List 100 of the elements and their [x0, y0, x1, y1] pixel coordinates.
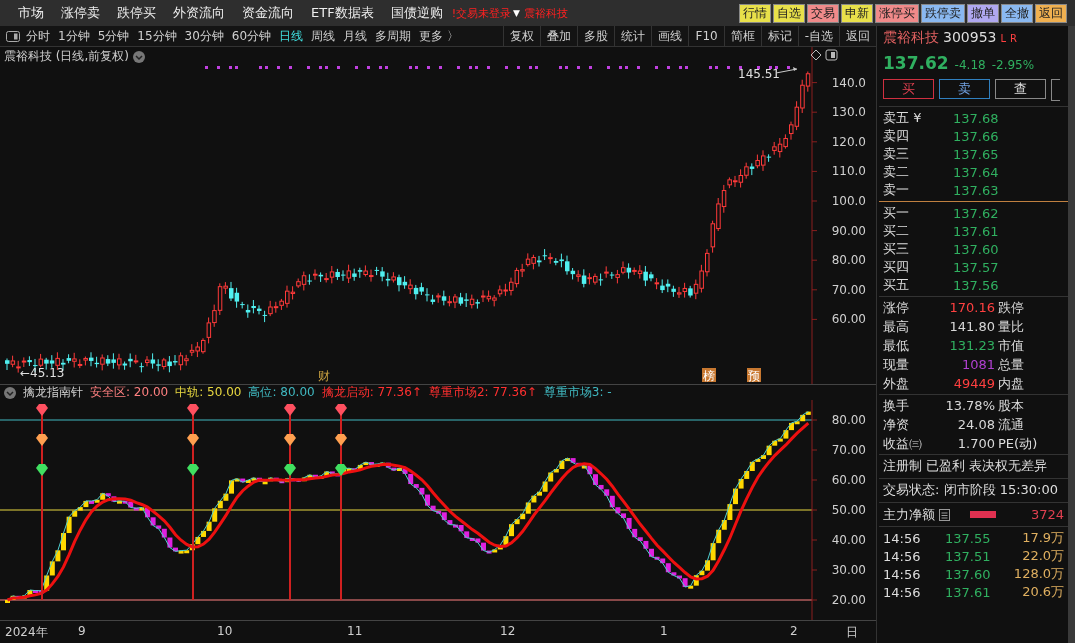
- trade-button[interactable]: 查: [995, 79, 1046, 99]
- indicator-axis-label: 30.00: [831, 563, 866, 577]
- dropdown-arrow[interactable]: ▼: [513, 8, 520, 18]
- sidebar-toggle-icon[interactable]: [6, 30, 20, 42]
- flag-label: L: [1000, 33, 1007, 44]
- high-price-label: 145.51: [738, 67, 780, 81]
- quick-button[interactable]: 涨停买: [875, 3, 919, 23]
- menu-item[interactable]: 外资流向: [173, 4, 225, 22]
- stat-label: 净资: [883, 415, 910, 434]
- date-axis-label: 2: [790, 624, 798, 638]
- order-book-price: 137.56: [953, 277, 999, 293]
- chevron-down-icon[interactable]: [4, 386, 16, 399]
- stat-label: 换手: [883, 396, 910, 415]
- toolbar-button[interactable]: 复权: [503, 26, 541, 46]
- price-axis-label: 140.0: [831, 75, 866, 90]
- toolbar-button[interactable]: 统计: [614, 26, 652, 46]
- period-tab[interactable]: 30分钟: [184, 27, 224, 45]
- menu-item[interactable]: ETF数据表: [311, 4, 374, 22]
- trade-price: 137.61: [943, 584, 991, 600]
- toolbar-button[interactable]: -自选: [797, 26, 839, 46]
- indicator-axis-label: 60.00: [831, 473, 866, 487]
- price-axis-label: 90.00: [831, 223, 866, 238]
- quick-button[interactable]: 交易: [807, 3, 839, 23]
- period-tab[interactable]: 月线: [343, 27, 368, 45]
- indicator-value: 高位: 80.00: [248, 384, 315, 401]
- stat-value: 141.80: [948, 319, 995, 334]
- period-tab[interactable]: 日线: [279, 27, 304, 45]
- price-axis-label: 130.0: [831, 105, 866, 120]
- date-axis-label: 10: [217, 624, 233, 638]
- main-flow-label: 主力净额: [883, 505, 935, 524]
- order-book-price: 137.64: [953, 164, 999, 180]
- trade-button[interactable]: 买: [883, 79, 934, 99]
- toolbar-button[interactable]: 多股: [577, 26, 615, 46]
- more-link[interactable]: 更多 〉: [419, 27, 459, 45]
- low-price-label: ←45.13: [20, 366, 65, 380]
- gem-icon: [284, 404, 296, 416]
- login-status[interactable]: !交易未登录: [451, 5, 512, 21]
- quick-button[interactable]: 返回: [1035, 3, 1067, 23]
- order-book-label: 卖二: [883, 163, 910, 181]
- stat-value: 131.23: [948, 338, 995, 353]
- period-tab[interactable]: 分时: [26, 27, 50, 45]
- percent-change: -2.95%: [991, 58, 1035, 72]
- toolbar-button[interactable]: 返回: [839, 26, 876, 46]
- trade-time: 14:56: [883, 530, 921, 546]
- menu-item[interactable]: 市场: [18, 4, 44, 22]
- toolbar-button[interactable]: F10: [688, 26, 724, 46]
- quick-button[interactable]: 行情: [739, 3, 771, 23]
- diamond-icon[interactable]: [810, 49, 822, 61]
- list-icon[interactable]: [939, 508, 950, 521]
- toolbar-button[interactable]: 标记: [760, 26, 798, 46]
- order-book-label: 买二: [883, 222, 910, 240]
- gem-icon: [335, 464, 347, 476]
- menu-item[interactable]: 国债逆购: [390, 4, 443, 22]
- menu-item[interactable]: 涨停卖: [61, 4, 100, 22]
- stock-name: 震裕科技: [524, 5, 568, 21]
- toolbar-button[interactable]: 画线: [651, 26, 689, 46]
- stat-label: 外盘: [883, 374, 910, 393]
- gem-icon: [335, 404, 347, 416]
- quick-button[interactable]: 申新: [841, 3, 873, 23]
- indicator-value: 尊重市场3: -: [543, 384, 612, 401]
- stat-value: 1.700: [956, 436, 995, 451]
- period-tab[interactable]: 周线: [311, 27, 336, 45]
- indicator-value: 尊重市场2: 77.36↑: [428, 384, 537, 401]
- stat-label: 内盘: [998, 374, 1024, 393]
- period-tab[interactable]: 15分钟: [137, 27, 177, 45]
- toolbar-button[interactable]: 简框: [723, 26, 761, 46]
- quick-button[interactable]: 撤单: [967, 3, 999, 23]
- trade-button[interactable]: 卖: [939, 79, 990, 99]
- company-tags: 注册制 已盈利 表决权无差异: [883, 458, 1048, 473]
- event-mark[interactable]: 财: [318, 369, 330, 383]
- trade-status: 交易状态: 闭市阶段 15:30:00: [883, 482, 1059, 497]
- quick-button[interactable]: 全撤: [1001, 3, 1033, 23]
- trade-price: 137.60: [943, 566, 991, 582]
- order-book-price: 137.66: [953, 128, 999, 144]
- stat-value: 170.16: [948, 300, 995, 315]
- price-axis-label: 100.0: [831, 194, 866, 208]
- quick-button[interactable]: 自选: [773, 3, 805, 23]
- trade-button[interactable]: [1051, 79, 1060, 101]
- indicator-name: 擒龙指南针: [23, 384, 83, 401]
- period-tab[interactable]: 5分钟: [97, 27, 130, 45]
- stat-label: 市值: [998, 336, 1024, 355]
- period-tab[interactable]: 多周期: [375, 27, 412, 45]
- chevron-down-icon[interactable]: [133, 50, 145, 63]
- date-axis-label: 11: [347, 624, 363, 638]
- panel-icon[interactable]: [825, 49, 838, 61]
- scrollbar[interactable]: [1068, 26, 1075, 643]
- period-tab[interactable]: 1分钟: [58, 27, 90, 45]
- toolbar-button[interactable]: 叠加: [540, 26, 578, 46]
- stat-label: 涨停: [883, 298, 910, 317]
- stock-name: 震裕科技: [883, 29, 939, 47]
- quick-button[interactable]: 跌停卖: [921, 3, 965, 23]
- menu-item[interactable]: 跌停买: [117, 4, 156, 22]
- indicator-value: 中轨: 50.00: [175, 384, 242, 401]
- gem-icon: [187, 404, 199, 416]
- price-axis-label: 120.0: [831, 134, 866, 149]
- period-tab[interactable]: 60分钟: [231, 27, 272, 45]
- stat-value: 24.08: [956, 417, 995, 432]
- stat-label: 总量: [998, 355, 1024, 374]
- menu-item[interactable]: 资金流向: [242, 4, 294, 22]
- stat-value: 49449: [952, 376, 995, 391]
